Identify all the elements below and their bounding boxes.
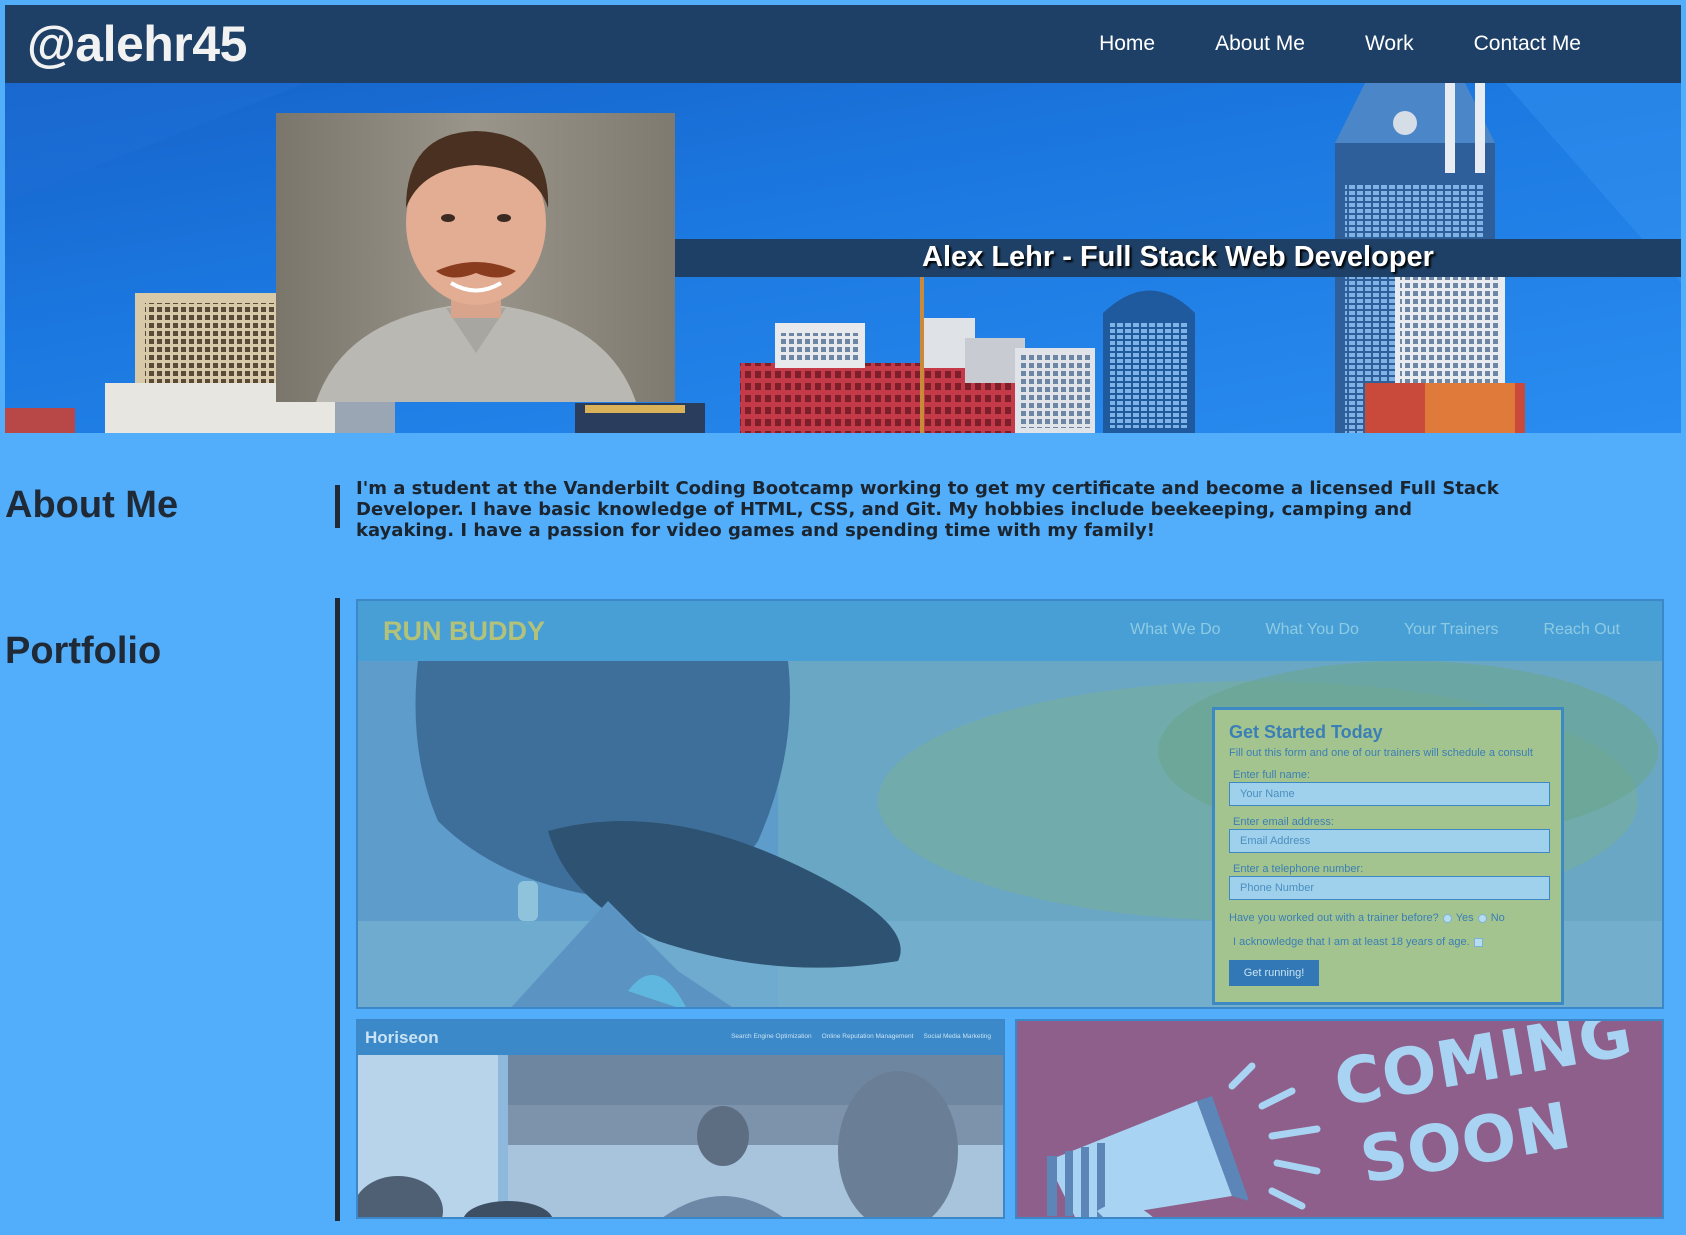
phone-label: Enter a telephone number:: [1233, 863, 1364, 875]
trainer-question: Have you worked out with a trainer befor…: [1229, 912, 1439, 924]
acknowledge-row: I acknowledge that I am at least 18 year…: [1229, 936, 1547, 948]
main-nav: Home About Me Work Contact Me: [1099, 32, 1581, 56]
run-buddy-nav: What We Do What You Do Your Trainers Rea…: [1130, 621, 1620, 639]
run-buddy-nav-item: Reach Out: [1543, 621, 1620, 638]
hero-banner: Alex Lehr - Full Stack Web Developer: [675, 239, 1681, 277]
horiseon-header: Horiseon Search Engine Optimization Onli…: [358, 1021, 1003, 1055]
name-field: Your Name: [1229, 782, 1550, 806]
site-logo[interactable]: @alehr45: [27, 15, 247, 73]
horiseon-nav-item: Search Engine Optimization: [731, 1033, 812, 1040]
horiseon-nav-item: Online Reputation Management: [821, 1033, 914, 1040]
form-title: Get Started Today: [1229, 722, 1383, 742]
run-buddy-signup-form: Get Started Today Fill out this form and…: [1212, 707, 1564, 1005]
acknowledge-checkbox: [1473, 937, 1483, 947]
nav-work-link[interactable]: Work: [1365, 32, 1414, 56]
acknowledge-label: I acknowledge that I am at least 18 year…: [1233, 936, 1470, 948]
run-buddy-nav-item: What You Do: [1265, 621, 1359, 638]
hero-title: Alex Lehr - Full Stack Web Developer: [922, 241, 1434, 273]
site-header: @alehr45 Home About Me Work Contact Me: [5, 5, 1681, 83]
radio-no: [1477, 913, 1487, 923]
radio-yes: [1442, 913, 1452, 923]
name-label: Enter full name:: [1233, 769, 1311, 781]
portfolio-card-horiseon[interactable]: Horiseon Search Engine Optimization Onli…: [356, 1019, 1005, 1219]
run-buddy-header: RUN BUDDY What We Do What You Do Your Tr…: [358, 601, 1662, 661]
hero-section: Alex Lehr - Full Stack Web Developer: [5, 83, 1681, 433]
about-heading: About Me: [5, 484, 179, 526]
run-buddy-logo: RUN BUDDY: [383, 616, 545, 646]
portfolio-card-coming-soon[interactable]: COMING SOON: [1015, 1019, 1664, 1219]
phone-field: Phone Number: [1229, 876, 1550, 900]
portfolio-heading: Portfolio: [5, 630, 162, 672]
email-field: Email Address: [1229, 829, 1550, 853]
nav-home-link[interactable]: Home: [1099, 32, 1155, 56]
nav-about-link[interactable]: About Me: [1215, 32, 1305, 56]
horiseon-nav: Search Engine Optimization Online Reputa…: [731, 1033, 991, 1040]
about-text: I'm a student at the Vanderbilt Coding B…: [356, 478, 1499, 541]
portfolio-card-run-buddy[interactable]: RUN BUDDY What We Do What You Do Your Tr…: [356, 599, 1664, 1009]
nav-contact-link[interactable]: Contact Me: [1474, 32, 1581, 56]
horiseon-nav-item: Social Media Marketing: [923, 1033, 991, 1040]
run-buddy-nav-item: Your Trainers: [1403, 621, 1499, 638]
run-buddy-nav-item: What We Do: [1130, 621, 1221, 638]
radio-yes-label: Yes: [1455, 912, 1474, 924]
profile-photo: [276, 113, 675, 402]
horiseon-logo: Horiseon: [365, 1028, 439, 1047]
form-subtitle: Fill out this form and one of our traine…: [1229, 747, 1533, 759]
trainer-question-row: Have you worked out with a trainer befor…: [1229, 912, 1547, 924]
email-label: Enter email address:: [1233, 816, 1334, 828]
get-running-button: Get running!: [1229, 960, 1319, 986]
portfolio-divider: [335, 598, 340, 1221]
about-divider: [335, 485, 340, 528]
radio-no-label: No: [1490, 912, 1505, 924]
